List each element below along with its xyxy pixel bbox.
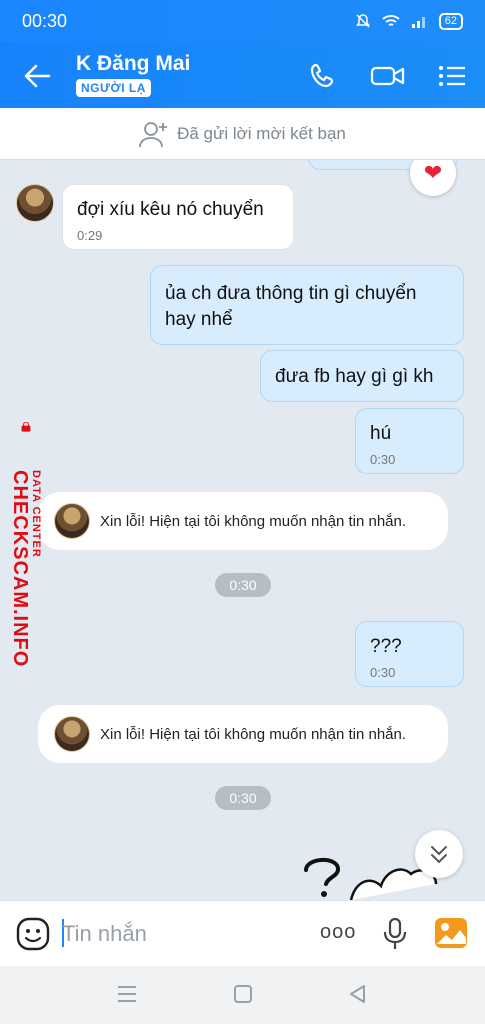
message-input[interactable]: Tin nhắn — [62, 921, 147, 947]
lock-watermark-icon — [21, 422, 31, 432]
more-options-icon[interactable]: ooo — [320, 921, 356, 944]
contact-name[interactable]: K Đăng Mai — [76, 52, 190, 76]
message-text: ủa ch đưa thông tin gì chuyển hay nhể — [165, 283, 417, 330]
timestamp-pill: 0:30 — [215, 573, 271, 597]
message-bubble-incoming[interactable]: đợi xíu kêu nó chuyển 0:29 — [62, 184, 294, 250]
auto-reply-text: Xin lỗi! Hiện tại tôi không muốn nhận ti… — [100, 725, 407, 743]
back-nav-icon[interactable] — [346, 983, 368, 1005]
home-icon[interactable] — [232, 983, 254, 1005]
status-time: 00:30 — [22, 10, 68, 31]
system-nav-bar — [0, 966, 485, 1024]
watermark-subtext: DATA CENTER — [30, 470, 42, 558]
recent-apps-icon[interactable] — [116, 984, 138, 1004]
heart-reaction-icon[interactable]: ❤ — [410, 160, 456, 196]
scroll-down-button[interactable] — [415, 830, 463, 878]
double-chevron-down-icon — [431, 846, 447, 864]
avatar[interactable] — [54, 503, 90, 539]
message-text: đưa fb hay gì gì kh — [275, 366, 434, 387]
sticker-emoji-icon[interactable] — [16, 917, 50, 951]
auto-reply-notice: Xin lỗi! Hiện tại tôi không muốn nhận ti… — [38, 492, 448, 550]
mute-bell-icon — [355, 14, 370, 28]
battery-indicator: 62 — [438, 12, 463, 30]
chat-header: K Đăng Mai NGƯỜI LẠ — [0, 42, 485, 108]
chat-area[interactable]: ❤ đợi xíu kêu nó chuyển 0:29 ủa ch đưa t… — [0, 160, 485, 900]
status-bar: 00:30 62 — [0, 0, 485, 42]
message-text: đợi xíu kêu nó chuyển — [77, 199, 264, 220]
message-bubble-outgoing[interactable]: hú 0:30 — [355, 408, 464, 474]
avatar[interactable] — [16, 184, 54, 222]
message-text: hú — [370, 423, 392, 444]
watermark-text: CHECKSCAM.INFO — [9, 470, 31, 668]
message-time: 0:30 — [370, 452, 396, 467]
image-gallery-icon[interactable] — [434, 917, 468, 949]
timestamp-pill: 0:30 — [215, 786, 271, 810]
message-text: ??? — [370, 636, 402, 657]
wifi-icon — [382, 15, 400, 26]
stranger-badge: NGƯỜI LẠ — [76, 79, 151, 97]
back-arrow-icon[interactable] — [22, 62, 52, 90]
menu-list-icon[interactable] — [436, 62, 468, 90]
friend-request-bar: Đã gửi lời mời kết bạn — [0, 108, 485, 160]
phone-call-icon[interactable] — [308, 62, 340, 90]
message-input-bar: Tin nhắn ooo — [0, 900, 485, 966]
message-bubble-outgoing[interactable]: ??? 0:30 — [355, 621, 464, 687]
message-bubble-outgoing[interactable]: đưa fb hay gì gì kh — [260, 350, 464, 402]
auto-reply-notice: Xin lỗi! Hiện tại tôi không muốn nhận ti… — [38, 705, 448, 763]
video-call-icon[interactable] — [370, 62, 406, 90]
auto-reply-text: Xin lỗi! Hiện tại tôi không muốn nhận ti… — [100, 512, 407, 530]
friend-request-text: Đã gửi lời mời kết bạn — [177, 123, 346, 143]
message-time: 0:30 — [370, 665, 396, 680]
avatar[interactable] — [54, 716, 90, 752]
microphone-icon[interactable] — [382, 917, 408, 951]
message-bubble-outgoing[interactable]: ủa ch đưa thông tin gì chuyển hay nhể — [150, 265, 464, 345]
signal-icon — [411, 17, 425, 28]
message-time: 0:29 — [77, 228, 103, 243]
add-friend-icon — [139, 121, 168, 147]
